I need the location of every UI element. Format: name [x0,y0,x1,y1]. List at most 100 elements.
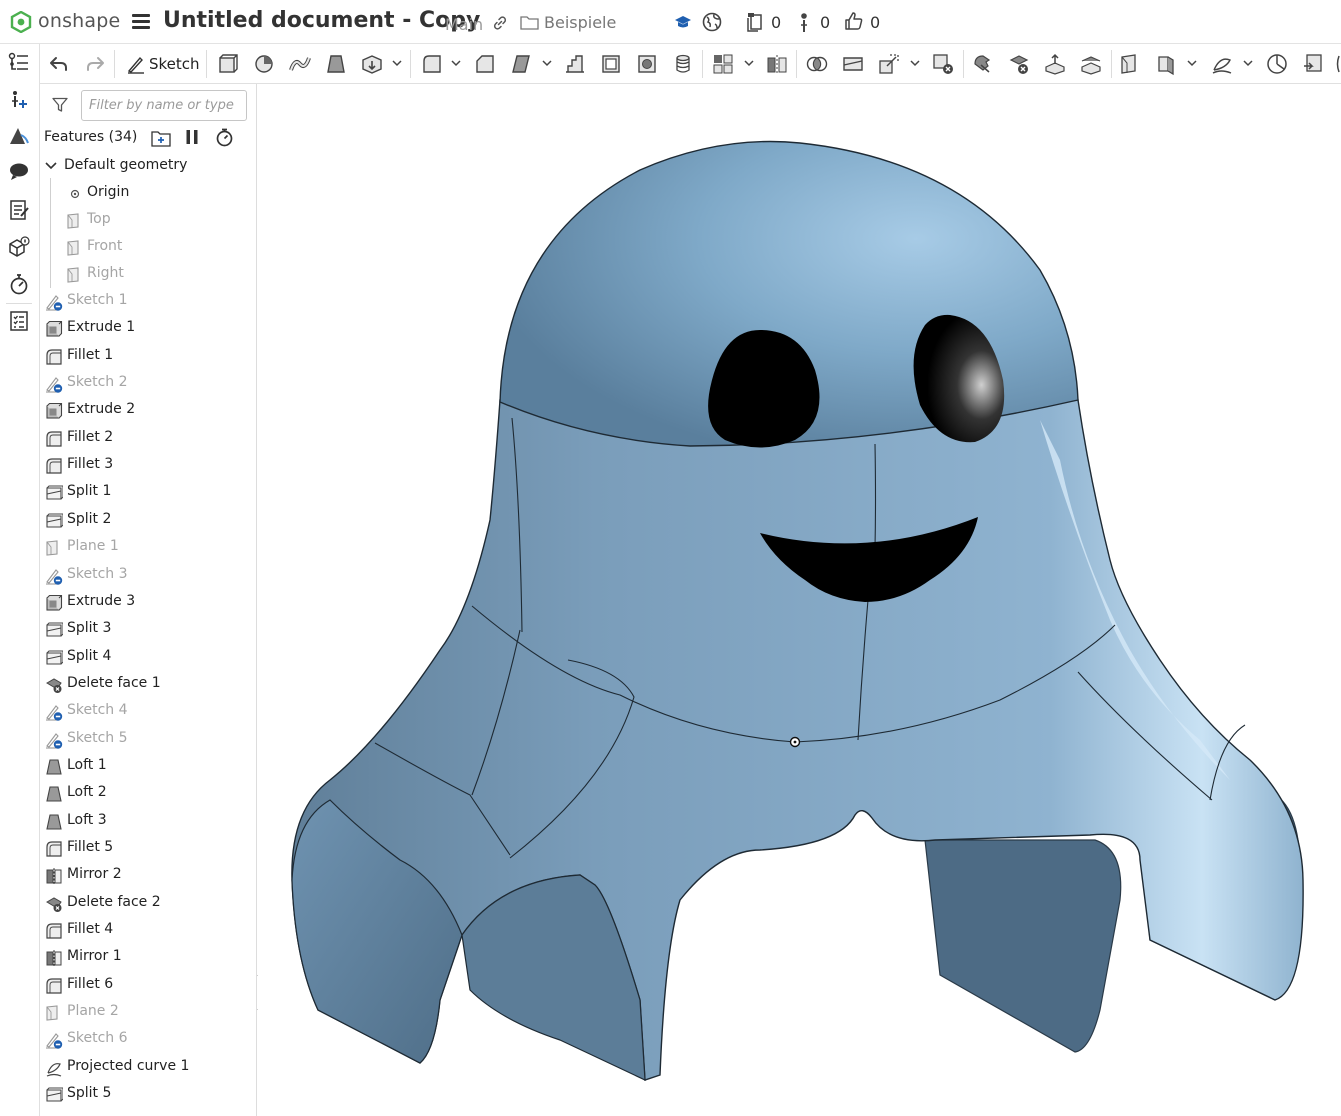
menu-icon[interactable] [132,14,150,30]
tree-item-feature[interactable]: Mirror 1 [40,944,256,971]
tree-item-feature[interactable]: Fillet 4 [40,917,256,944]
mate-connector-icon[interactable] [1154,52,1178,76]
chevron-down-icon[interactable] [44,159,58,173]
measure-icon[interactable] [1265,52,1289,76]
tree-item-feature[interactable]: Loft 1 [40,753,256,780]
rib-icon[interactable] [563,52,587,76]
document-title[interactable]: Untitled document - Copy [163,8,480,33]
sweep-icon[interactable] [288,52,312,76]
onshape-logo-icon[interactable] [10,11,32,33]
tree-item-feature[interactable]: Loft 3 [40,808,256,835]
shell-icon[interactable] [599,52,623,76]
checklist-icon[interactable] [8,310,30,332]
delete-face-icon[interactable] [1007,52,1031,76]
versions-icon[interactable] [745,12,765,32]
mirror-icon[interactable] [765,52,789,76]
logo-text[interactable]: onshape [38,10,120,32]
graphics-viewport[interactable] [258,84,1341,1116]
appearance-icon[interactable] [8,125,30,147]
sketch-button[interactable]: Sketch [122,50,200,78]
tree-item-feature[interactable]: Sketch 4 [40,698,256,725]
right-front-leg[interactable] [924,839,1122,1053]
modify-fillet-icon[interactable] [971,52,995,76]
tree-item-feature[interactable]: Delete face 1 [40,671,256,698]
transform-icon[interactable] [877,52,901,76]
tree-item-feature[interactable]: Fillet 2 [40,425,256,452]
undo-icon[interactable] [47,52,71,76]
tree-item-feature[interactable]: Sketch 2 [40,370,256,397]
tree-item-feature[interactable]: Sketch 1 [40,288,256,315]
move-face-icon[interactable] [1043,52,1067,76]
timer-icon[interactable] [8,273,30,295]
filter-icon[interactable] [52,97,68,113]
thicken-icon[interactable] [360,52,384,76]
hole-icon[interactable] [635,52,659,76]
loft-icon[interactable] [324,52,348,76]
draft-icon[interactable] [509,52,533,76]
tree-item-feature[interactable]: Fillet 3 [40,452,256,479]
followers-icon[interactable] [798,12,810,34]
chamfer-icon[interactable] [473,52,497,76]
add-variable-icon[interactable] [8,89,30,111]
tree-item-feature[interactable]: Split 1 [40,479,256,506]
replace-face-icon[interactable] [1079,52,1103,76]
education-icon[interactable] [674,13,692,31]
tree-item-feature[interactable]: Sketch 5 [40,726,256,753]
filter-input[interactable] [81,90,247,121]
extrude-icon[interactable] [216,52,240,76]
delete-part-icon[interactable] [931,52,955,76]
derived-icon[interactable] [1301,52,1325,76]
tree-item-feature[interactable]: Plane 2 [40,999,256,1026]
thumbs-up-icon[interactable] [844,11,864,31]
tree-item-feature[interactable]: Fillet 5 [40,835,256,862]
chevron-down-icon[interactable] [542,59,552,67]
folder-icon[interactable] [520,15,539,30]
link-icon[interactable] [492,15,508,31]
tree-item-feature[interactable]: Extrude 2 [40,397,256,424]
tree-item-feature[interactable]: Sketch 6 [40,1026,256,1053]
redo-icon[interactable] [83,52,107,76]
tree-item-top-plane[interactable]: Top [40,207,256,234]
chevron-down-icon[interactable] [392,59,402,67]
split-icon[interactable] [841,52,865,76]
public-globe-icon[interactable] [702,12,722,32]
chevron-down-icon[interactable] [451,59,461,67]
chevron-down-icon[interactable] [910,59,920,67]
folder-name[interactable]: Beispiele [544,13,616,32]
pause-icon[interactable] [185,129,199,145]
ghost-model[interactable] [258,84,1341,1116]
tree-item-feature[interactable]: Split 5 [40,1081,256,1108]
chevron-down-icon[interactable] [744,59,754,67]
chevron-down-icon[interactable] [1187,59,1197,67]
tree-item-feature[interactable]: Mirror 2 [40,862,256,889]
rollback-timer-icon[interactable] [215,128,234,147]
tree-item-right-plane[interactable]: Right [40,261,256,288]
tree-item-feature[interactable]: Plane 1 [40,534,256,561]
tree-item-feature[interactable]: Loft 2 [40,780,256,807]
fillet-icon[interactable] [420,52,444,76]
tree-item-feature[interactable]: Extrude 1 [40,315,256,342]
tree-item-origin[interactable]: Origin [40,180,256,207]
tree-item-feature[interactable]: Projected curve 1 [40,1054,256,1081]
notes-icon[interactable] [8,199,30,221]
tree-item-feature[interactable]: Extrude 3 [40,589,256,616]
tree-item-feature[interactable]: Split 2 [40,507,256,534]
chevron-down-icon[interactable] [1243,59,1253,67]
tree-item-feature[interactable]: Sketch 3 [40,562,256,589]
more-tools-icon[interactable] [1335,52,1341,76]
tree-item-feature[interactable]: Delete face 2 [40,890,256,917]
projected-curve-icon[interactable] [1210,52,1234,76]
revolve-icon[interactable] [252,52,276,76]
tree-item-default-geometry[interactable]: Default geometry [40,153,256,180]
pattern-icon[interactable] [711,52,735,76]
tree-item-feature[interactable]: Split 3 [40,616,256,643]
tree-item-feature[interactable]: Fillet 6 [40,972,256,999]
boolean-icon[interactable] [805,52,829,76]
branch-name[interactable]: Main [445,15,483,34]
comments-icon[interactable] [8,161,30,183]
thread-icon[interactable] [671,52,695,76]
tree-item-feature[interactable]: Fillet 1 [40,343,256,370]
add-folder-icon[interactable] [151,129,171,147]
parts-info-icon[interactable] [8,236,30,258]
tree-item-front-plane[interactable]: Front [40,234,256,261]
